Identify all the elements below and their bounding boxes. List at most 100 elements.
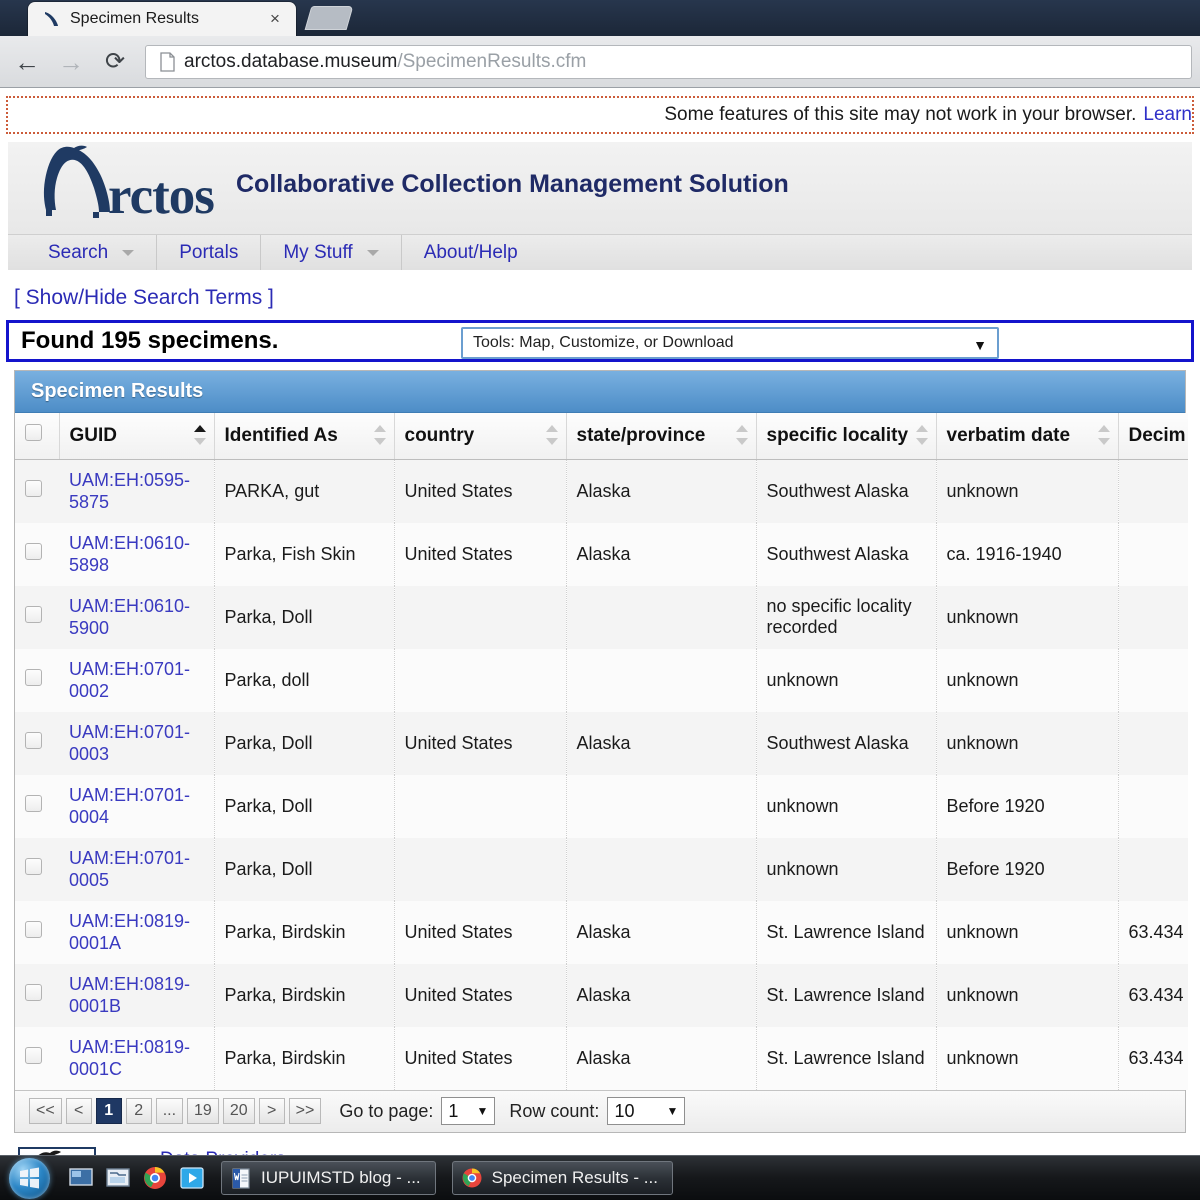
row-select-cell[interactable] bbox=[15, 900, 59, 964]
row-count-select[interactable]: 10 ▼ bbox=[607, 1097, 686, 1125]
goto-page-select[interactable]: 1 ▼ bbox=[441, 1097, 496, 1125]
cell-guid[interactable]: UAM:EH:0701-0004 bbox=[59, 774, 215, 838]
row-select-cell[interactable] bbox=[15, 459, 59, 523]
page-button-2[interactable]: 2 bbox=[125, 1098, 152, 1124]
column-header-select-all[interactable] bbox=[15, 413, 60, 460]
back-icon[interactable]: ← bbox=[12, 48, 42, 78]
row-checkbox[interactable] bbox=[25, 732, 42, 749]
column-header-country[interactable]: country bbox=[394, 413, 567, 460]
row-checkbox[interactable] bbox=[25, 795, 42, 812]
select-all-checkbox[interactable] bbox=[25, 424, 42, 442]
taskbar-button-specimen-results[interactable]: Specimen Results - ... bbox=[451, 1161, 673, 1195]
chrome-icon[interactable] bbox=[142, 1165, 168, 1191]
cell-guid[interactable]: UAM:EH:0701-0005 bbox=[59, 837, 215, 901]
row-select-cell[interactable] bbox=[15, 774, 59, 838]
page-next-button[interactable]: > bbox=[258, 1098, 285, 1124]
new-tab-button[interactable] bbox=[304, 6, 354, 30]
guid-link[interactable]: UAM:EH:0701-0005 bbox=[69, 848, 190, 891]
cell-guid[interactable]: UAM:EH:0595-5875 bbox=[59, 459, 215, 523]
row-checkbox[interactable] bbox=[25, 480, 42, 497]
sort-arrows-guid[interactable] bbox=[193, 423, 206, 449]
guid-link[interactable]: UAM:EH:0819-0001C bbox=[69, 1037, 190, 1080]
guid-link[interactable]: UAM:EH:0819-0001B bbox=[69, 974, 190, 1017]
row-select-cell[interactable] bbox=[15, 711, 59, 775]
cell-guid[interactable]: UAM:EH:0610-5898 bbox=[59, 522, 215, 586]
row-checkbox[interactable] bbox=[25, 606, 42, 623]
pagination-bar: << < 1 2 ... 19 20 > >> Go to page: 1 ▼ … bbox=[15, 1089, 1185, 1132]
cell-guid[interactable]: UAM:EH:0819-0001C bbox=[59, 1026, 215, 1090]
sort-ascending-icon bbox=[915, 424, 928, 432]
row-select-cell[interactable] bbox=[15, 1026, 59, 1090]
guid-link[interactable]: UAM:EH:0595-5875 bbox=[69, 470, 190, 513]
guid-link[interactable]: UAM:EH:0819-0001A bbox=[69, 911, 190, 954]
guid-link[interactable]: UAM:EH:0610-5900 bbox=[69, 596, 190, 639]
nav-item-search[interactable]: Search bbox=[26, 235, 158, 270]
nav-item-my-stuff[interactable]: My Stuff bbox=[261, 235, 402, 270]
page-prev-button[interactable]: < bbox=[65, 1098, 92, 1124]
nav-item-about-help[interactable]: About/Help bbox=[402, 235, 540, 270]
cell-verbatim-date: Before 1920 bbox=[936, 837, 1119, 901]
table-row: UAM:EH:0610-5898 Parka, Fish Skin United S… bbox=[15, 522, 1188, 586]
notification-learn-link[interactable]: Learn bbox=[1143, 104, 1192, 126]
column-header-state-province[interactable]: state/province bbox=[566, 413, 757, 460]
tab-close-icon[interactable]: × bbox=[266, 10, 284, 28]
row-select-cell[interactable] bbox=[15, 963, 59, 1027]
page-button-20[interactable]: 20 bbox=[222, 1098, 255, 1124]
sort-arrows-verbatim-date[interactable] bbox=[1097, 423, 1110, 449]
notification-message: Some features of this site may not work … bbox=[664, 104, 1137, 125]
media-player-icon[interactable] bbox=[179, 1165, 205, 1191]
arctos-logo[interactable]: rctos bbox=[26, 144, 226, 225]
address-bar-url: arctos.database.museum/SpecimenResults.c… bbox=[184, 51, 586, 73]
page-last-button[interactable]: >> bbox=[288, 1098, 322, 1124]
guid-link[interactable]: UAM:EH:0701-0003 bbox=[69, 722, 190, 765]
row-checkbox[interactable] bbox=[25, 543, 42, 560]
show-hide-search-terms-link[interactable]: [ Show/Hide Search Terms ] bbox=[14, 286, 1200, 310]
cell-guid[interactable]: UAM:EH:0819-0001A bbox=[59, 900, 215, 964]
row-checkbox[interactable] bbox=[25, 921, 42, 938]
column-header-specific-locality[interactable]: specific locality bbox=[756, 413, 937, 460]
row-checkbox[interactable] bbox=[25, 858, 42, 875]
sort-arrows-country[interactable] bbox=[545, 423, 558, 449]
row-checkbox[interactable] bbox=[25, 984, 42, 1001]
sort-arrows-state-province[interactable] bbox=[735, 423, 748, 449]
guid-link[interactable]: UAM:EH:0701-0002 bbox=[69, 659, 190, 702]
row-select-cell[interactable] bbox=[15, 837, 59, 901]
page-button-1[interactable]: 1 bbox=[95, 1098, 122, 1124]
cell-guid[interactable]: UAM:EH:0610-5900 bbox=[59, 585, 215, 649]
column-header-decimal-latitude[interactable]: Decim bbox=[1118, 413, 1188, 460]
reload-icon[interactable]: ⟳ bbox=[100, 48, 130, 78]
sort-arrows-specific-locality[interactable] bbox=[915, 423, 928, 449]
explorer-icon[interactable] bbox=[105, 1165, 131, 1191]
chevron-down-icon bbox=[366, 249, 379, 256]
sort-ascending-icon bbox=[735, 424, 748, 432]
page-first-button[interactable]: << bbox=[29, 1098, 62, 1124]
cell-specific-locality: St. Lawrence Island bbox=[756, 1026, 937, 1090]
row-select-cell[interactable] bbox=[15, 648, 59, 712]
guid-link[interactable]: UAM:EH:0610-5898 bbox=[69, 533, 190, 576]
cell-guid[interactable]: UAM:EH:0819-0001B bbox=[59, 963, 215, 1027]
show-desktop-icon[interactable] bbox=[68, 1165, 94, 1191]
row-select-cell[interactable] bbox=[15, 522, 59, 586]
browser-tab-specimen-results[interactable]: Specimen Results × bbox=[28, 2, 296, 36]
row-checkbox[interactable] bbox=[25, 1047, 42, 1064]
row-select-cell[interactable] bbox=[15, 585, 59, 649]
cell-decimal-latitude bbox=[1118, 522, 1188, 586]
address-bar[interactable]: arctos.database.museum/SpecimenResults.c… bbox=[145, 45, 1192, 79]
cell-guid[interactable]: UAM:EH:0701-0003 bbox=[59, 711, 215, 775]
page-button-19[interactable]: 19 bbox=[187, 1098, 219, 1124]
cell-specific-locality: no specific locality recorded bbox=[756, 585, 937, 649]
start-button[interactable] bbox=[2, 1157, 56, 1200]
guid-link[interactable]: UAM:EH:0701-0004 bbox=[69, 785, 190, 828]
column-header-identified-as[interactable]: Identified As bbox=[214, 413, 395, 460]
column-label-verbatim-date: verbatim date bbox=[946, 424, 1071, 446]
forward-icon[interactable]: → bbox=[56, 48, 86, 78]
row-checkbox[interactable] bbox=[25, 669, 42, 686]
taskbar-button-iupuimstd-blog[interactable]: IUPUIMSTD blog - ... bbox=[221, 1161, 436, 1195]
nav-item-portals[interactable]: Portals bbox=[157, 235, 262, 270]
cell-guid[interactable]: UAM:EH:0701-0002 bbox=[59, 648, 215, 712]
column-header-guid[interactable]: GUID bbox=[59, 413, 215, 460]
cell-verbatim-date: unknown bbox=[936, 459, 1119, 523]
column-header-verbatim-date[interactable]: verbatim date bbox=[936, 413, 1119, 460]
tools-dropdown[interactable]: Tools: Map, Customize, or Download ▼ bbox=[461, 327, 999, 359]
sort-arrows-identified-as[interactable] bbox=[373, 423, 386, 449]
